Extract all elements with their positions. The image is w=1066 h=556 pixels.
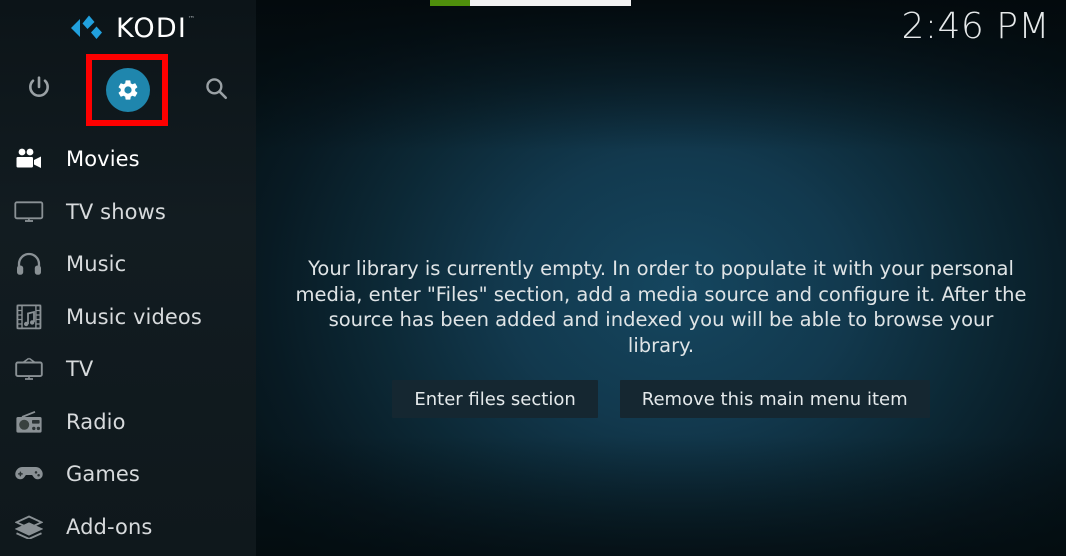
app-logo-wordmark: KODI [115,12,188,44]
addons-box-icon [7,515,51,539]
retro-tv-icon [7,357,51,381]
trademark-symbol: ™ [187,14,197,23]
film-strip-note-icon [7,304,51,330]
empty-library-message: Your library is currently empty. In orde… [295,257,1027,357]
app-logo-text: KODI ™ [115,12,195,44]
enter-files-section-button[interactable]: Enter files section [392,380,598,418]
sidebar-quick-actions [0,68,256,112]
power-icon [26,75,52,105]
sidebar-item-games[interactable]: Games [0,448,256,501]
sidebar-item-label: Add-ons [66,514,153,539]
sidebar-item-movies[interactable]: Movies [0,133,256,186]
sidebar-item-label: Movies [66,147,140,172]
sidebar-item-label: Music videos [66,304,202,329]
gamepad-icon [7,464,51,484]
sidebar-item-tv-shows[interactable]: TV shows [0,186,256,239]
progress-segment-green [430,0,470,6]
sidebar-item-label: TV shows [66,199,166,224]
sidebar-item-add-ons[interactable]: Add-ons [0,501,256,554]
settings-button[interactable] [98,68,158,112]
sidebar: KODI ™ Movies TV shows Music Music video… [0,0,256,556]
search-icon [203,75,229,105]
movie-camera-icon [7,148,51,170]
sidebar-item-label: Music [66,252,127,277]
sidebar-item-music-videos[interactable]: Music videos [0,291,256,344]
sidebar-item-label: Radio [66,409,126,434]
tv-monitor-icon [7,201,51,223]
headphones-icon [7,252,51,276]
sidebar-item-label: TV [66,357,94,382]
kodi-logo-mark [69,13,105,43]
progress-segment-white [470,0,631,6]
empty-library-actions: Enter files section Remove this main men… [392,380,930,418]
sidebar-item-music[interactable]: Music [0,238,256,291]
search-button[interactable] [186,68,246,112]
main-content: Your library is currently empty. In orde… [256,0,1066,556]
kodi-home-screen: 2:46 PM KODI ™ Movies TV shows Music Mus… [0,0,1066,556]
sidebar-item-label: Games [66,462,140,487]
settings-gear-icon [106,68,150,112]
power-button[interactable] [9,68,69,112]
sidebar-item-tv[interactable]: TV [0,343,256,396]
remove-main-menu-item-button[interactable]: Remove this main menu item [619,380,930,418]
radio-icon [7,410,51,434]
clock: 2:46 PM [901,6,1050,47]
main-menu: Movies TV shows Music Music videos TV Ra… [0,133,256,553]
app-logo: KODI ™ [0,10,256,46]
sidebar-item-radio[interactable]: Radio [0,396,256,449]
